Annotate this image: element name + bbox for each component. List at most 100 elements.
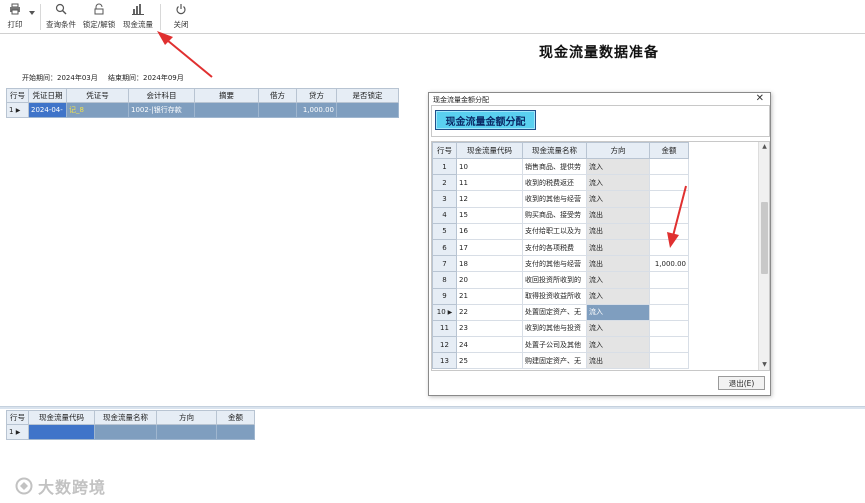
name-cell[interactable]: 购建固定资产、无 (522, 352, 587, 370)
cash-flow-button[interactable]: 现金流量 (121, 2, 155, 32)
scroll-down-icon[interactable]: ▼ (761, 361, 768, 369)
table-row[interactable]: 3 12 收到的其他与经营 流入 (432, 190, 689, 208)
print-button[interactable]: 打印 (4, 2, 26, 32)
direction-cell[interactable]: 流入 (586, 303, 650, 321)
code-cell[interactable]: 11 (456, 174, 523, 192)
scroll-thumb[interactable] (761, 202, 768, 274)
amount-cell[interactable] (649, 352, 689, 370)
col-header-date[interactable]: 凭证日期 (28, 88, 67, 103)
credit-cell[interactable]: 1,000.00 (296, 102, 337, 118)
amount-cell[interactable] (649, 238, 689, 257)
name-cell[interactable]: 收到的税费返还 (522, 174, 587, 192)
direction-cell[interactable]: 流入 (586, 174, 650, 192)
name-cell[interactable]: 支付给职工以及为 (522, 222, 587, 240)
direction-cell[interactable]: 流入 (586, 319, 650, 338)
table-row[interactable]: 7 18 支付的其他与经营 流出 1,000.00 (432, 255, 689, 273)
amount-cell[interactable] (649, 271, 689, 289)
name-cell[interactable]: 收到的其他与经营 (522, 190, 587, 208)
code-cell[interactable] (28, 424, 95, 440)
table-row[interactable]: 4 15 购买商品、接受劳 流出 (432, 206, 689, 224)
code-cell[interactable]: 21 (456, 287, 523, 305)
direction-cell[interactable]: 流出 (586, 222, 650, 240)
scroll-up-icon[interactable]: ▲ (761, 143, 768, 151)
col-header-amount[interactable]: 金额 (649, 142, 689, 159)
allocation-grid[interactable]: 行号 现金流量代码 现金流量名称 方向 金额 1 10 销售商品、提供劳 流入 2 11 收… (432, 142, 689, 370)
amount-cell[interactable] (649, 190, 689, 208)
name-cell[interactable]: 收到的其他与投资 (522, 319, 587, 338)
table-row[interactable]: 13 25 购建固定资产、无 流出 (432, 352, 689, 370)
table-row[interactable]: 1 ▶ (6, 424, 255, 440)
cash-flow-grid[interactable]: 行号 现金流量代码 现金流量名称 方向 金额 1 ▶ (6, 410, 255, 440)
table-row[interactable]: 5 16 支付给职工以及为 流出 (432, 222, 689, 240)
direction-cell[interactable]: 流出 (586, 206, 650, 224)
direction-cell[interactable]: 流出 (586, 255, 650, 273)
lock-unlock-button[interactable]: 锁定/解锁 (80, 2, 118, 32)
locked-cell[interactable] (336, 102, 399, 118)
summary-cell[interactable] (194, 102, 259, 118)
code-cell[interactable]: 20 (456, 271, 523, 289)
col-header-locked[interactable]: 是否锁定 (336, 88, 399, 103)
col-header-voucher[interactable]: 凭证号 (66, 88, 129, 103)
col-header-direction[interactable]: 方向 (156, 410, 217, 425)
table-row[interactable]: 9 21 取得投资收益所收 流入 (432, 287, 689, 305)
col-header-credit[interactable]: 贷方 (296, 88, 337, 103)
code-cell[interactable]: 15 (456, 206, 523, 224)
name-cell[interactable]: 销售商品、提供劳 (522, 157, 587, 176)
direction-cell[interactable]: 流入 (586, 287, 650, 305)
name-cell[interactable]: 处置固定资产、无 (522, 303, 587, 321)
amount-cell[interactable] (649, 206, 689, 224)
col-header-summary[interactable]: 摘要 (194, 88, 259, 103)
direction-cell[interactable]: 流出 (586, 238, 650, 257)
table-row[interactable]: 8 20 收回投资所收到的 流入 (432, 271, 689, 289)
table-row[interactable]: 12 24 处置子公司及其他 流入 (432, 336, 689, 354)
code-cell[interactable]: 18 (456, 255, 523, 273)
vertical-scrollbar[interactable]: ▲ ▼ (758, 142, 769, 370)
col-header-amount[interactable]: 金额 (216, 410, 255, 425)
col-header-name[interactable]: 现金流量名称 (94, 410, 157, 425)
direction-cell[interactable]: 流入 (586, 190, 650, 208)
date-cell[interactable]: 2024-04- (28, 102, 67, 118)
col-header-debit[interactable]: 借方 (258, 88, 297, 103)
direction-cell[interactable]: 流入 (586, 271, 650, 289)
print-dropdown-icon[interactable] (29, 11, 35, 15)
splitter[interactable] (0, 406, 865, 409)
table-row[interactable]: 2 11 收到的税费返还 流入 (432, 174, 689, 192)
name-cell[interactable] (94, 424, 157, 440)
code-cell[interactable]: 25 (456, 352, 523, 370)
code-cell[interactable]: 12 (456, 190, 523, 208)
amount-cell[interactable] (649, 287, 689, 305)
amount-cell[interactable] (649, 303, 689, 321)
direction-cell[interactable]: 流入 (586, 336, 650, 354)
voucher-grid[interactable]: 行号 凭证日期 凭证号 会计科目 摘要 借方 贷方 是否锁定 1 ▶ 2024-… (6, 88, 399, 118)
amount-cell[interactable] (649, 319, 689, 338)
amount-cell[interactable] (649, 222, 689, 240)
name-cell[interactable]: 支付的各项税费 (522, 238, 587, 257)
code-cell[interactable]: 22 (456, 303, 523, 321)
code-cell[interactable]: 23 (456, 319, 523, 338)
code-cell[interactable]: 24 (456, 336, 523, 354)
direction-cell[interactable]: 流入 (586, 157, 650, 176)
code-cell[interactable]: 16 (456, 222, 523, 240)
name-cell[interactable]: 收回投资所收到的 (522, 271, 587, 289)
name-cell[interactable]: 取得投资收益所收 (522, 287, 587, 305)
col-header-direction[interactable]: 方向 (586, 142, 650, 159)
amount-cell[interactable] (649, 157, 689, 176)
amount-cell[interactable] (649, 336, 689, 354)
col-header-account[interactable]: 会计科目 (128, 88, 195, 103)
voucher-cell[interactable]: 记_8 (66, 102, 129, 118)
code-cell[interactable]: 17 (456, 238, 523, 257)
table-row[interactable]: 1 10 销售商品、提供劳 流入 (432, 157, 689, 176)
code-cell[interactable]: 10 (456, 157, 523, 176)
direction-cell[interactable] (156, 424, 217, 440)
table-row[interactable]: 11 23 收到的其他与投资 流入 (432, 319, 689, 338)
name-cell[interactable]: 购买商品、接受劳 (522, 206, 587, 224)
table-row[interactable]: 6 17 支付的各项税费 流出 (432, 238, 689, 257)
debit-cell[interactable] (258, 102, 297, 118)
col-header-name[interactable]: 现金流量名称 (522, 142, 587, 159)
direction-cell[interactable]: 流出 (586, 352, 650, 370)
close-button[interactable]: 关闭 (168, 2, 194, 32)
amount-cell[interactable] (649, 174, 689, 192)
name-cell[interactable]: 处置子公司及其他 (522, 336, 587, 354)
amount-cell[interactable]: 1,000.00 (649, 255, 689, 273)
close-icon[interactable]: ✕ (756, 93, 764, 104)
